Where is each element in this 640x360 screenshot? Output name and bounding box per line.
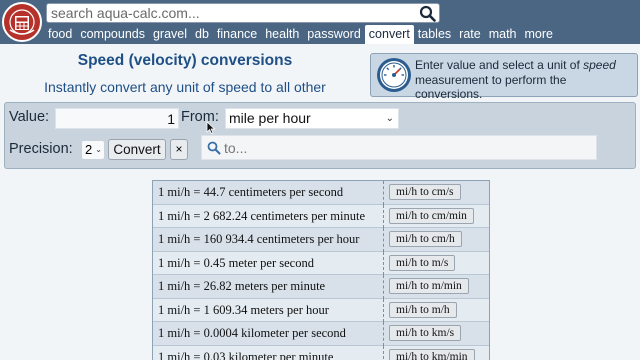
precision-select[interactable]: 2 ⌄ — [81, 140, 105, 160]
info-box: Enter value and select a unit of speed m… — [370, 53, 638, 101]
row-divider — [383, 181, 384, 205]
row-divider — [383, 204, 384, 228]
result-text: 1 mi/h = 160 934.4 centimeters per hour — [158, 232, 360, 246]
result-text: 1 mi/h = 0.45 meter per second — [158, 255, 314, 270]
to-unit-filter — [201, 135, 597, 160]
speedometer-icon — [376, 57, 412, 93]
precision-value: 2 — [85, 142, 93, 157]
result-text: 1 mi/h = 1 609.34 meters per hour — [158, 302, 329, 317]
value-label: Value: — [9, 109, 50, 125]
nav-item-finance[interactable]: finance — [213, 25, 261, 44]
result-text: 1 mi/h = 0.03 kilometer per minute — [158, 349, 334, 360]
result-conversion-link[interactable]: mi/h to km/s — [389, 325, 462, 341]
result-text: 1 mi/h = 0.0004 kilometer per second — [158, 326, 346, 340]
row-divider — [383, 322, 384, 346]
result-text: 1 mi/h = 44.7 centimeters per second — [158, 185, 344, 199]
mouse-cursor-icon — [206, 121, 216, 135]
result-text: 1 mi/h = 26.82 meters per minute — [158, 279, 326, 293]
result-conversion-link[interactable]: mi/h to cm/h — [389, 231, 462, 247]
value-input[interactable] — [55, 108, 179, 129]
main-nav: food compounds gravel db finance health passwo… — [44, 24, 557, 44]
result-conversion-link[interactable]: mi/h to km/min — [389, 348, 475, 360]
result-conversion-link[interactable]: mi/h to m/h — [389, 301, 457, 318]
nav-item-password[interactable]: password — [303, 25, 365, 44]
row-divider — [383, 251, 384, 275]
result-conversion-link[interactable]: mi/h to cm/min — [389, 207, 474, 224]
nav-item-food[interactable]: food — [44, 25, 76, 44]
result-row: 1 mi/h = 26.82 meters per minute mi/h to … — [153, 275, 489, 299]
site-search-input[interactable] — [51, 4, 411, 22]
result-row: 1 mi/h = 1 609.34 meters per hour mi/h to… — [153, 298, 489, 322]
from-unit-value: mile per hour — [229, 110, 311, 126]
result-conversion-link[interactable]: mi/h to cm/s — [389, 184, 461, 200]
convert-button[interactable]: Convert — [108, 139, 166, 160]
result-conversion-link[interactable]: mi/h to m/min — [389, 278, 469, 294]
chevron-down-icon: ⌄ — [95, 145, 102, 154]
nav-item-health[interactable]: health — [261, 25, 303, 44]
nav-item-math[interactable]: math — [485, 25, 521, 44]
search-icon[interactable] — [419, 5, 437, 22]
result-conversion-link[interactable]: mi/h to m/s — [389, 254, 456, 271]
page-subtitle: Instantly convert any unit of speed to a… — [44, 79, 326, 95]
nav-item-compounds[interactable]: compounds — [76, 25, 149, 44]
clear-button[interactable]: × — [170, 139, 188, 160]
result-row: 1 mi/h = 0.45 meter per second mi/h to m/… — [153, 251, 489, 275]
nav-item-convert[interactable]: convert — [364, 24, 414, 44]
aqua-calc-logo-icon[interactable] — [2, 2, 42, 42]
nav-item-rate[interactable]: rate — [455, 25, 485, 44]
nav-item-db[interactable]: db — [191, 25, 213, 44]
row-divider — [383, 228, 384, 252]
precision-label: Precision: — [9, 141, 73, 157]
nav-item-gravel[interactable]: gravel — [149, 25, 191, 44]
nav-item-tables[interactable]: tables — [414, 25, 455, 44]
site-search-box — [46, 3, 440, 23]
result-row: 1 mi/h = 0.03 kilometer per minute mi/h t… — [153, 345, 489, 360]
result-row: 1 mi/h = 0.0004 kilometer per second mi/h… — [153, 322, 489, 346]
conversion-form: Value: From: mile per hour ⌄ Precision: … — [4, 102, 636, 169]
to-unit-input[interactable] — [224, 139, 584, 157]
row-divider — [383, 345, 384, 360]
result-text: 1 mi/h = 2 682.24 centimeters per minute — [158, 208, 366, 223]
result-row: 1 mi/h = 44.7 centimeters per second mi/h… — [153, 181, 489, 205]
result-row: 1 mi/h = 2 682.24 centimeters per minute… — [153, 204, 489, 228]
row-divider — [383, 298, 384, 322]
info-text: Enter value and select a unit of speed m… — [415, 58, 616, 101]
chevron-down-icon: ⌄ — [385, 113, 394, 124]
page-title: Speed (velocity) conversions — [77, 52, 293, 69]
from-unit-select[interactable]: mile per hour ⌄ — [225, 108, 399, 129]
results-table: 1 mi/h = 44.7 centimeters per second mi/h… — [152, 180, 490, 360]
result-row: 1 mi/h = 160 934.4 centimeters per hour m… — [153, 228, 489, 252]
row-divider — [383, 275, 384, 299]
site-header: foodcompoundsgraveldbfinancehealthpasswo… — [0, 0, 640, 44]
search-icon — [207, 141, 221, 155]
nav-item-more[interactable]: more — [521, 25, 557, 44]
